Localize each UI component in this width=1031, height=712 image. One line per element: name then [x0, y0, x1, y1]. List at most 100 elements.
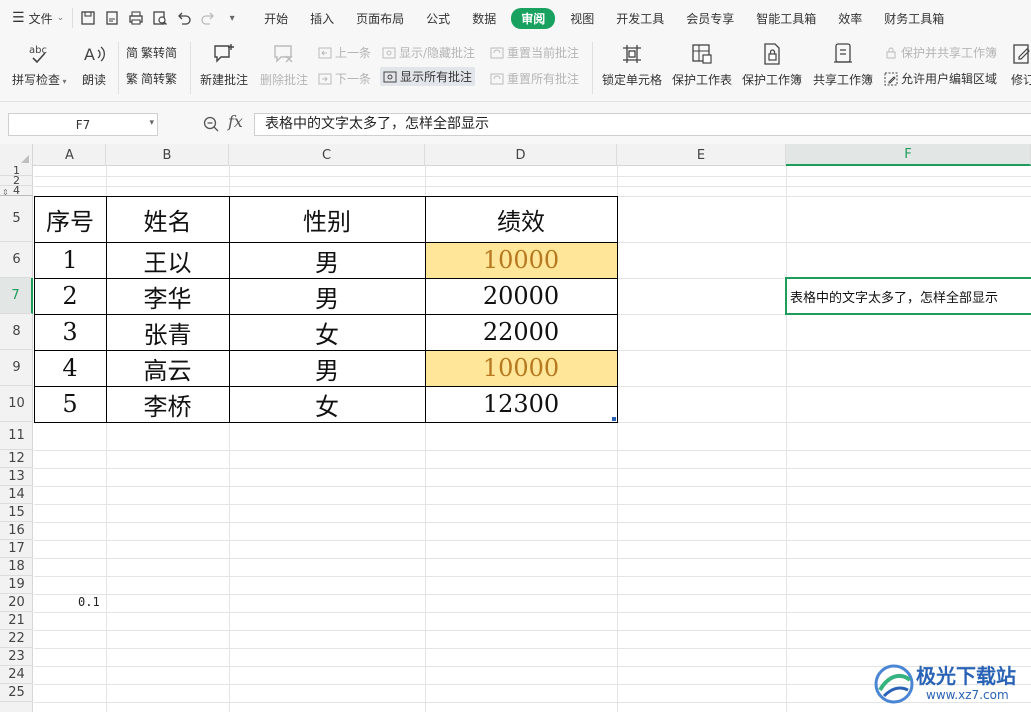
tab-page-layout[interactable]: 页面布局 — [345, 7, 415, 30]
cell-b7[interactable]: 李华 — [106, 278, 229, 314]
protect-sheet-button[interactable]: 保护工作表 — [672, 40, 732, 88]
cell-c8[interactable]: 女 — [229, 314, 425, 350]
tab-member[interactable]: 会员专享 — [675, 7, 745, 30]
export-pdf-icon[interactable] — [103, 9, 121, 27]
row-header-12[interactable]: 12 — [0, 450, 33, 468]
cell-a8[interactable]: 3 — [34, 314, 106, 350]
cell-c7[interactable]: 男 — [229, 278, 425, 314]
show-hide-comment-button[interactable]: 显示/隐藏批注 — [382, 44, 475, 61]
row-header-21[interactable]: 21 — [0, 612, 33, 630]
print-preview-icon[interactable] — [151, 9, 169, 27]
column-header-e[interactable]: E — [617, 144, 786, 166]
simp-to-trad-button[interactable]: 繁 简转繁 — [126, 70, 177, 87]
undo-icon[interactable] — [175, 9, 193, 27]
tab-review[interactable]: 审阅 — [511, 7, 556, 29]
select-all-corner[interactable] — [0, 144, 33, 166]
name-box[interactable]: F7 ▾ — [8, 113, 158, 136]
hidden-rows-indicator-icon[interactable]: ⇕ — [2, 188, 9, 197]
cell-b10[interactable]: 李桥 — [106, 386, 229, 422]
reset-current-comment-button[interactable]: 重置当前批注 — [490, 44, 579, 61]
row-header-7[interactable]: 7 — [0, 278, 33, 314]
delete-comment-button[interactable]: 删除批注 — [260, 40, 308, 88]
save-icon[interactable] — [79, 9, 97, 27]
row-header-14[interactable]: 14 — [0, 486, 33, 504]
row-header-25[interactable]: 25 — [0, 684, 33, 702]
protect-and-share-button[interactable]: 保护并共享工作簿 — [884, 44, 997, 61]
protect-workbook-button[interactable]: 保护工作簿 — [742, 40, 802, 88]
cell-grid[interactable]: 10000 10000 序号 姓名 性别 绩效 1 王以 男 2 李华 男 20… — [34, 166, 1031, 712]
column-header-d[interactable]: D — [425, 144, 617, 166]
file-menu[interactable]: ☰ 文件 ⌄ — [0, 0, 72, 36]
row-header-16[interactable]: 16 — [0, 522, 33, 540]
lock-cell-button[interactable]: 锁定单元格 — [602, 40, 662, 88]
redo-icon[interactable] — [199, 9, 217, 27]
row-header-15[interactable]: 15 — [0, 504, 33, 522]
zoom-formula-icon[interactable] — [202, 115, 220, 133]
reset-all-comments-button[interactable]: 重置所有批注 — [490, 70, 579, 87]
row-header-13[interactable]: 13 — [0, 468, 33, 486]
row-header-9[interactable]: 9 — [0, 350, 33, 386]
allow-edit-ranges-button[interactable]: 允许用户编辑区域 — [884, 70, 997, 87]
row-header-24[interactable]: 24 — [0, 666, 33, 684]
cell-a7[interactable]: 2 — [34, 278, 106, 314]
header-cell-performance[interactable]: 绩效 — [425, 196, 617, 242]
row-header-17[interactable]: 17 — [0, 540, 33, 558]
cell-a9[interactable]: 4 — [34, 350, 106, 386]
cell-d8[interactable]: 22000 — [425, 314, 617, 350]
track-changes-button[interactable]: 修订 — [1009, 40, 1031, 88]
chevron-down-icon[interactable]: ▾ — [149, 118, 154, 128]
tab-insert[interactable]: 插入 — [299, 7, 345, 30]
cell-d7[interactable]: 20000 — [425, 278, 617, 314]
cell-f7-selected[interactable]: 表格中的文字太多了，怎样全部显示 — [785, 277, 1031, 315]
tab-formulas[interactable]: 公式 — [415, 7, 461, 30]
header-cell-gender[interactable]: 性别 — [229, 196, 425, 242]
column-header-f[interactable]: F — [786, 144, 1031, 166]
share-workbook-button[interactable]: 共享工作簿 — [813, 40, 873, 88]
cell-c6[interactable]: 男 — [229, 242, 425, 278]
tab-view[interactable]: 视图 — [559, 7, 605, 30]
tab-data[interactable]: 数据 — [461, 7, 507, 30]
tab-home[interactable]: 开始 — [253, 7, 299, 30]
insert-function-button[interactable]: fx — [228, 112, 243, 131]
column-header-b[interactable]: B — [106, 144, 229, 166]
cell-a6[interactable]: 1 — [34, 242, 106, 278]
read-aloud-button[interactable]: A 朗读 — [80, 40, 108, 88]
cell-c9[interactable]: 男 — [229, 350, 425, 386]
fill-handle[interactable] — [612, 417, 616, 421]
row-header-6[interactable]: 6 — [0, 242, 33, 278]
tab-developer[interactable]: 开发工具 — [605, 7, 675, 30]
print-icon[interactable] — [127, 9, 145, 27]
column-header-c[interactable]: C — [229, 144, 425, 166]
row-header-5[interactable]: 5 — [0, 196, 33, 242]
row-header-20[interactable]: 20 — [0, 594, 33, 612]
cell-d10[interactable]: 12300 — [425, 386, 617, 422]
row-header-11[interactable]: 11 — [0, 422, 33, 450]
cell-c10[interactable]: 女 — [229, 386, 425, 422]
next-comment-button[interactable]: 下一条 — [318, 70, 371, 87]
header-cell-name[interactable]: 姓名 — [106, 196, 229, 242]
cell-a18[interactable]: 0.1 — [78, 595, 100, 609]
cell-d9[interactable]: 10000 — [425, 350, 617, 386]
formula-input[interactable]: 表格中的文字太多了，怎样全部显示 — [254, 113, 1031, 136]
prev-comment-button[interactable]: 上一条 — [318, 44, 371, 61]
cell-b9[interactable]: 高云 — [106, 350, 229, 386]
row-header-10[interactable]: 10 — [0, 386, 33, 422]
row-header-22[interactable]: 22 — [0, 630, 33, 648]
cell-b8[interactable]: 张青 — [106, 314, 229, 350]
row-header-19[interactable]: 19 — [0, 576, 33, 594]
cell-b6[interactable]: 王以 — [106, 242, 229, 278]
customize-toolbar-icon[interactable]: ▾ — [223, 9, 241, 27]
row-header-23[interactable]: 23 — [0, 648, 33, 666]
row-header-8[interactable]: 8 — [0, 314, 33, 350]
show-all-comments-button[interactable]: 显示所有批注 — [380, 67, 476, 86]
trad-to-simp-button[interactable]: 简 繁转简 — [126, 44, 177, 61]
new-comment-button[interactable]: 新建批注 — [200, 40, 248, 88]
cell-d6[interactable]: 10000 — [425, 242, 617, 278]
tab-efficiency[interactable]: 效率 — [827, 7, 873, 30]
header-cell-number[interactable]: 序号 — [34, 196, 106, 242]
row-header-18[interactable]: 18 — [0, 558, 33, 576]
spell-check-button[interactable]: abc 拼写检查 ▾ — [12, 40, 67, 88]
column-header-a[interactable]: A — [34, 144, 106, 166]
cell-a10[interactable]: 5 — [34, 386, 106, 422]
tab-smart-toolbox[interactable]: 智能工具箱 — [745, 7, 827, 30]
